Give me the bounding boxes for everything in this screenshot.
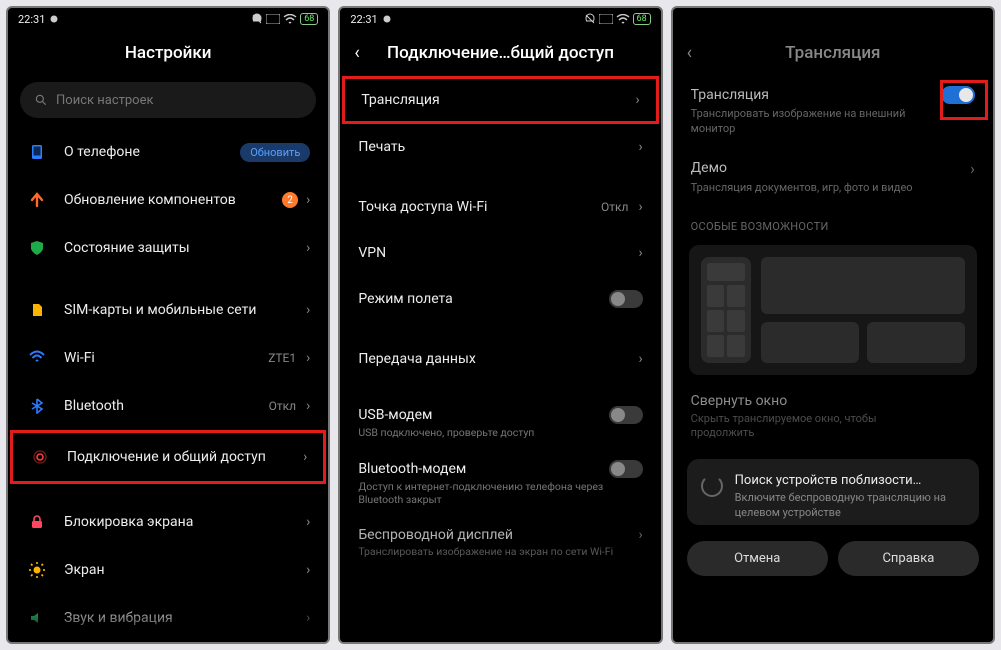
app-indicator-icon (382, 14, 392, 24)
row-sound[interactable]: Звук и вибрация › (10, 594, 326, 642)
wifi-icon (616, 14, 630, 24)
battery-icon: 68 (633, 13, 651, 25)
chevron-right-icon: › (638, 199, 642, 215)
count-badge: 2 (282, 192, 298, 208)
tile-phone-icon (701, 257, 751, 363)
arrow-up-icon (26, 189, 48, 211)
usb-toggle[interactable] (609, 406, 643, 424)
row-cast[interactable]: Трансляция › (342, 76, 658, 124)
row-minimize[interactable]: Свернуть окно Скрыть транслируемое окно,… (675, 383, 991, 454)
page-title: Настройки (125, 43, 212, 63)
chevron-right-icon: › (306, 192, 310, 208)
page-title: Трансляция (785, 43, 880, 63)
header: ‹ Трансляция (673, 30, 993, 76)
lock-icon (26, 511, 48, 533)
row-print[interactable]: Печать › (342, 124, 658, 170)
help-button[interactable]: Справка (838, 541, 979, 576)
row-demo[interactable]: Демо › Трансляция документов, игр, фото … (675, 149, 991, 208)
shield-icon (26, 237, 48, 259)
bt-tether-toggle[interactable] (609, 460, 643, 478)
row-display[interactable]: Экран › (10, 546, 326, 594)
row-usb-tether[interactable]: USB-модем USB подключено, проверьте дост… (342, 396, 658, 450)
battery-icon: 68 (300, 13, 318, 25)
screen-cast: ‹ Трансляция Трансляция Транслировать из… (671, 6, 995, 644)
status-time: 22:31 (18, 13, 45, 26)
settings-list: О телефоне Обновить Обновление компонент… (8, 128, 328, 642)
chevron-right-icon: › (306, 562, 310, 578)
chevron-right-icon: › (306, 610, 310, 626)
signal-icon (599, 14, 613, 24)
row-security-status[interactable]: Состояние защиты › (10, 224, 326, 272)
chevron-right-icon: › (306, 240, 310, 256)
screen-settings: 22:31 68 Настройки Поиск настроек О теле… (6, 6, 330, 644)
header: Настройки (8, 30, 328, 76)
searching-sub: Включите беспроводную трансляцию на целе… (735, 491, 965, 521)
search-icon (34, 93, 48, 107)
row-vpn[interactable]: VPN › (342, 230, 658, 276)
cast-toggle[interactable] (941, 86, 975, 104)
spinner-icon (701, 475, 723, 497)
search-placeholder: Поиск настроек (56, 93, 154, 108)
status-time: 22:31 (350, 13, 377, 26)
signal-icon (266, 14, 280, 24)
row-airplane[interactable]: Режим полета (342, 276, 658, 322)
page-title: Подключение…бщий доступ (387, 43, 614, 63)
chevron-right-icon: › (306, 302, 310, 318)
row-bluetooth[interactable]: Bluetooth Откл› (10, 382, 326, 430)
update-badge[interactable]: Обновить (240, 143, 310, 162)
sun-icon (26, 559, 48, 581)
cast-list: Трансляция Транслировать изображение на … (673, 76, 993, 642)
header: ‹ Подключение…бщий доступ (340, 30, 660, 76)
dnd-icon (584, 13, 596, 25)
chevron-right-icon: › (635, 92, 639, 108)
cancel-button[interactable]: Отмена (687, 541, 828, 576)
status-bar: 22:31 68 (8, 8, 328, 30)
chevron-right-icon: › (306, 350, 310, 366)
chevron-right-icon: › (638, 245, 642, 261)
row-connection-sharing[interactable]: Подключение и общий доступ › (10, 430, 326, 484)
chevron-right-icon: › (303, 449, 307, 465)
row-components-update[interactable]: Обновление компонентов 2› (10, 176, 326, 224)
searching-card: Поиск устройств поблизости… Включите бес… (687, 459, 979, 525)
chevron-right-icon: › (970, 159, 975, 178)
row-lockscreen[interactable]: Блокировка экрана › (10, 498, 326, 546)
row-wifi[interactable]: Wi-Fi ZTE1› (10, 334, 326, 382)
search-input[interactable]: Поиск настроек (20, 82, 316, 118)
wifi-icon (26, 347, 48, 369)
screen-connection-sharing: 22:31 68 ‹ Подключение…бщий доступ Транс… (338, 6, 662, 644)
row-cast-toggle[interactable]: Трансляция Транслировать изображение на … (675, 76, 991, 149)
app-indicator-icon (49, 14, 59, 24)
phone-icon (26, 141, 48, 163)
connection-list: Трансляция › Печать › Точка доступа Wi-F… (340, 76, 660, 642)
row-bt-tether[interactable]: Bluetooth-модем Доступ к интернет-подклю… (342, 450, 658, 517)
sim-icon (26, 299, 48, 321)
share-icon (29, 446, 51, 468)
row-data-usage[interactable]: Передача данных › (342, 336, 658, 382)
chevron-right-icon: › (306, 398, 310, 414)
chevron-right-icon: › (638, 527, 642, 543)
row-about-phone[interactable]: О телефоне Обновить (10, 128, 326, 176)
searching-title: Поиск устройств поблизости… (735, 473, 965, 488)
row-hotspot[interactable]: Точка доступа Wi-Fi Откл› (342, 184, 658, 230)
chevron-right-icon: › (638, 139, 642, 155)
dnd-icon (251, 13, 263, 25)
back-button[interactable]: ‹ (687, 43, 692, 64)
status-bar: 22:31 68 (340, 8, 660, 30)
wifi-icon (283, 14, 297, 24)
row-wireless-display[interactable]: Беспроводной дисплей › Транслировать изо… (342, 517, 658, 569)
cast-preview-tiles (689, 245, 977, 375)
back-button[interactable]: ‹ (354, 43, 359, 64)
airplane-toggle[interactable] (609, 290, 643, 308)
section-special: ОСОБЫЕ ВОЗМОЖНОСТИ (675, 208, 991, 239)
bluetooth-icon (26, 395, 48, 417)
chevron-right-icon: › (306, 514, 310, 530)
row-sim[interactable]: SIM-карты и мобильные сети › (10, 286, 326, 334)
chevron-right-icon: › (638, 351, 642, 367)
speaker-icon (26, 607, 48, 629)
